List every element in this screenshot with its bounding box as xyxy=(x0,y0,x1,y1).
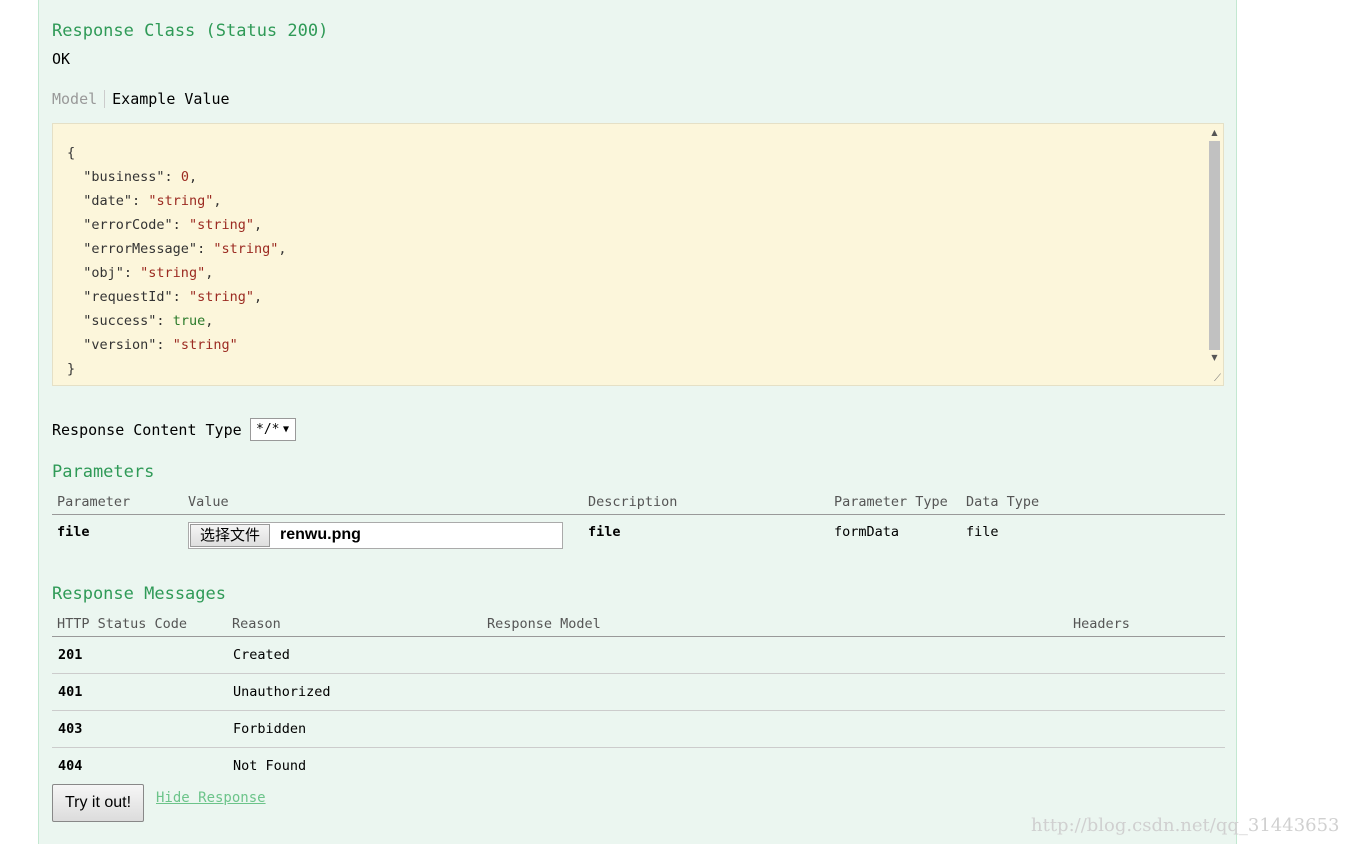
json-separator: , xyxy=(205,265,214,281)
rm-header-response-model: Response Model xyxy=(482,612,1068,637)
scroll-up-icon[interactable]: ▲ xyxy=(1208,127,1221,139)
param-header-parameter: Parameter xyxy=(52,490,183,515)
table-row: 403 Forbidden xyxy=(52,710,1225,748)
json-open-brace: { xyxy=(67,145,76,161)
chevron-down-icon: ▼ xyxy=(282,424,289,435)
rm-header-status-code: HTTP Status Code xyxy=(52,612,227,637)
json-key: "obj" xyxy=(83,265,124,281)
json-separator: , xyxy=(188,169,198,185)
file-input[interactable]: 选择文件 renwu.png xyxy=(188,522,563,549)
table-row: 404 Not Found xyxy=(52,748,1225,785)
parameters-title: Parameters xyxy=(52,462,155,482)
json-separator: , xyxy=(213,193,222,209)
tab-model[interactable]: Model xyxy=(52,90,106,108)
param-header-value: Value xyxy=(183,490,583,515)
operation-panel: Response Class (Status 200) OK Model Exa… xyxy=(38,0,1237,844)
param-type: formData xyxy=(834,524,900,540)
table-row: 401 Unauthorized xyxy=(52,673,1225,711)
json-field-line: "errorCode": "string", xyxy=(83,217,263,233)
status-code: 401 xyxy=(52,673,227,711)
json-field-line: "success": true, xyxy=(83,313,214,329)
rm-header-reason: Reason xyxy=(227,612,482,637)
json-value: true xyxy=(172,313,206,329)
json-separator: , xyxy=(278,241,287,257)
json-key: "errorCode" xyxy=(83,217,173,233)
json-value: "string" xyxy=(172,337,238,353)
status-code: 201 xyxy=(52,636,227,674)
rm-header-headers: Headers xyxy=(1068,612,1225,637)
json-field-line: "obj": "string", xyxy=(83,265,214,281)
json-value: "string" xyxy=(140,265,206,281)
choose-file-button[interactable]: 选择文件 xyxy=(190,524,271,547)
param-description: file xyxy=(588,524,621,540)
json-key: "success" xyxy=(83,313,157,329)
json-fields: "business": 0, "date": "string", "errorC… xyxy=(67,169,287,353)
json-value: "string" xyxy=(213,241,279,257)
json-field-line: "errorMessage": "string", xyxy=(83,241,287,257)
content-type-value: */* xyxy=(256,422,280,437)
status-code: 404 xyxy=(58,758,83,774)
chosen-file-name: renwu.png xyxy=(280,526,361,543)
param-data-type: file xyxy=(966,524,999,540)
json-value: "string" xyxy=(148,193,214,209)
param-value-cell: 选择文件 renwu.png xyxy=(183,515,583,563)
try-it-out-button[interactable]: Try it out! xyxy=(52,784,144,822)
table-row: 201 Created xyxy=(52,636,1225,674)
reason: Not Found xyxy=(233,758,307,774)
reason: Created xyxy=(227,636,482,674)
json-close-brace: } xyxy=(67,361,76,377)
example-value-textarea[interactable]: { "business": 0, "date": "string", "erro… xyxy=(52,123,1224,386)
code-scrollbar[interactable]: ▲ ▼ xyxy=(1208,127,1221,369)
response-class-title: Response Class (Status 200) xyxy=(52,21,329,41)
watermark: http://blog.csdn.net/qq_31443653 xyxy=(1031,815,1340,836)
param-header-parameter-type: Parameter Type xyxy=(829,490,961,515)
resize-handle-icon[interactable]: ⟋ xyxy=(1214,373,1221,384)
json-field-line: "requestId": "string", xyxy=(83,289,263,305)
response-content-type-label: Response Content Type xyxy=(52,421,242,439)
response-messages-table: HTTP Status Code Reason Response Model H… xyxy=(52,612,1225,784)
hide-response-link[interactable]: Hide Response xyxy=(156,790,266,806)
response-messages-title: Response Messages xyxy=(52,584,226,604)
json-separator: , xyxy=(253,217,263,233)
reason: Forbidden xyxy=(227,710,482,748)
content-type-select[interactable]: */* ▼ xyxy=(250,418,296,441)
json-key: "version" xyxy=(83,337,157,353)
table-row: file 选择文件 renwu.png file formData file xyxy=(52,515,1225,563)
json-value: "string" xyxy=(188,289,254,305)
json-field-line: "date": "string", xyxy=(83,193,222,209)
example-json: { "business": 0, "date": "string", "erro… xyxy=(67,141,287,381)
status-code: 403 xyxy=(52,710,227,748)
json-field-line: "version": "string" xyxy=(83,337,238,353)
model-tabs: Model Example Value xyxy=(52,90,230,108)
param-name: file xyxy=(57,524,90,540)
reason: Unauthorized xyxy=(227,673,482,711)
json-field-line: "business": 0, xyxy=(83,169,198,185)
tab-example-value[interactable]: Example Value xyxy=(105,90,229,108)
json-separator: , xyxy=(205,313,214,329)
scroll-thumb[interactable] xyxy=(1209,141,1220,350)
json-separator: , xyxy=(253,289,263,305)
parameters-table: Parameter Value Description Parameter Ty… xyxy=(52,490,1225,562)
json-key: "requestId" xyxy=(83,289,173,305)
json-value: 0 xyxy=(180,169,189,185)
json-key: "date" xyxy=(83,193,133,209)
param-header-data-type: Data Type xyxy=(961,490,1225,515)
json-value: "string" xyxy=(188,217,254,233)
json-key: "business" xyxy=(83,169,165,185)
scroll-down-icon[interactable]: ▼ xyxy=(1208,352,1221,364)
json-key: "errorMessage" xyxy=(83,241,198,257)
param-header-description: Description xyxy=(583,490,829,515)
response-status-text: OK xyxy=(52,50,71,68)
